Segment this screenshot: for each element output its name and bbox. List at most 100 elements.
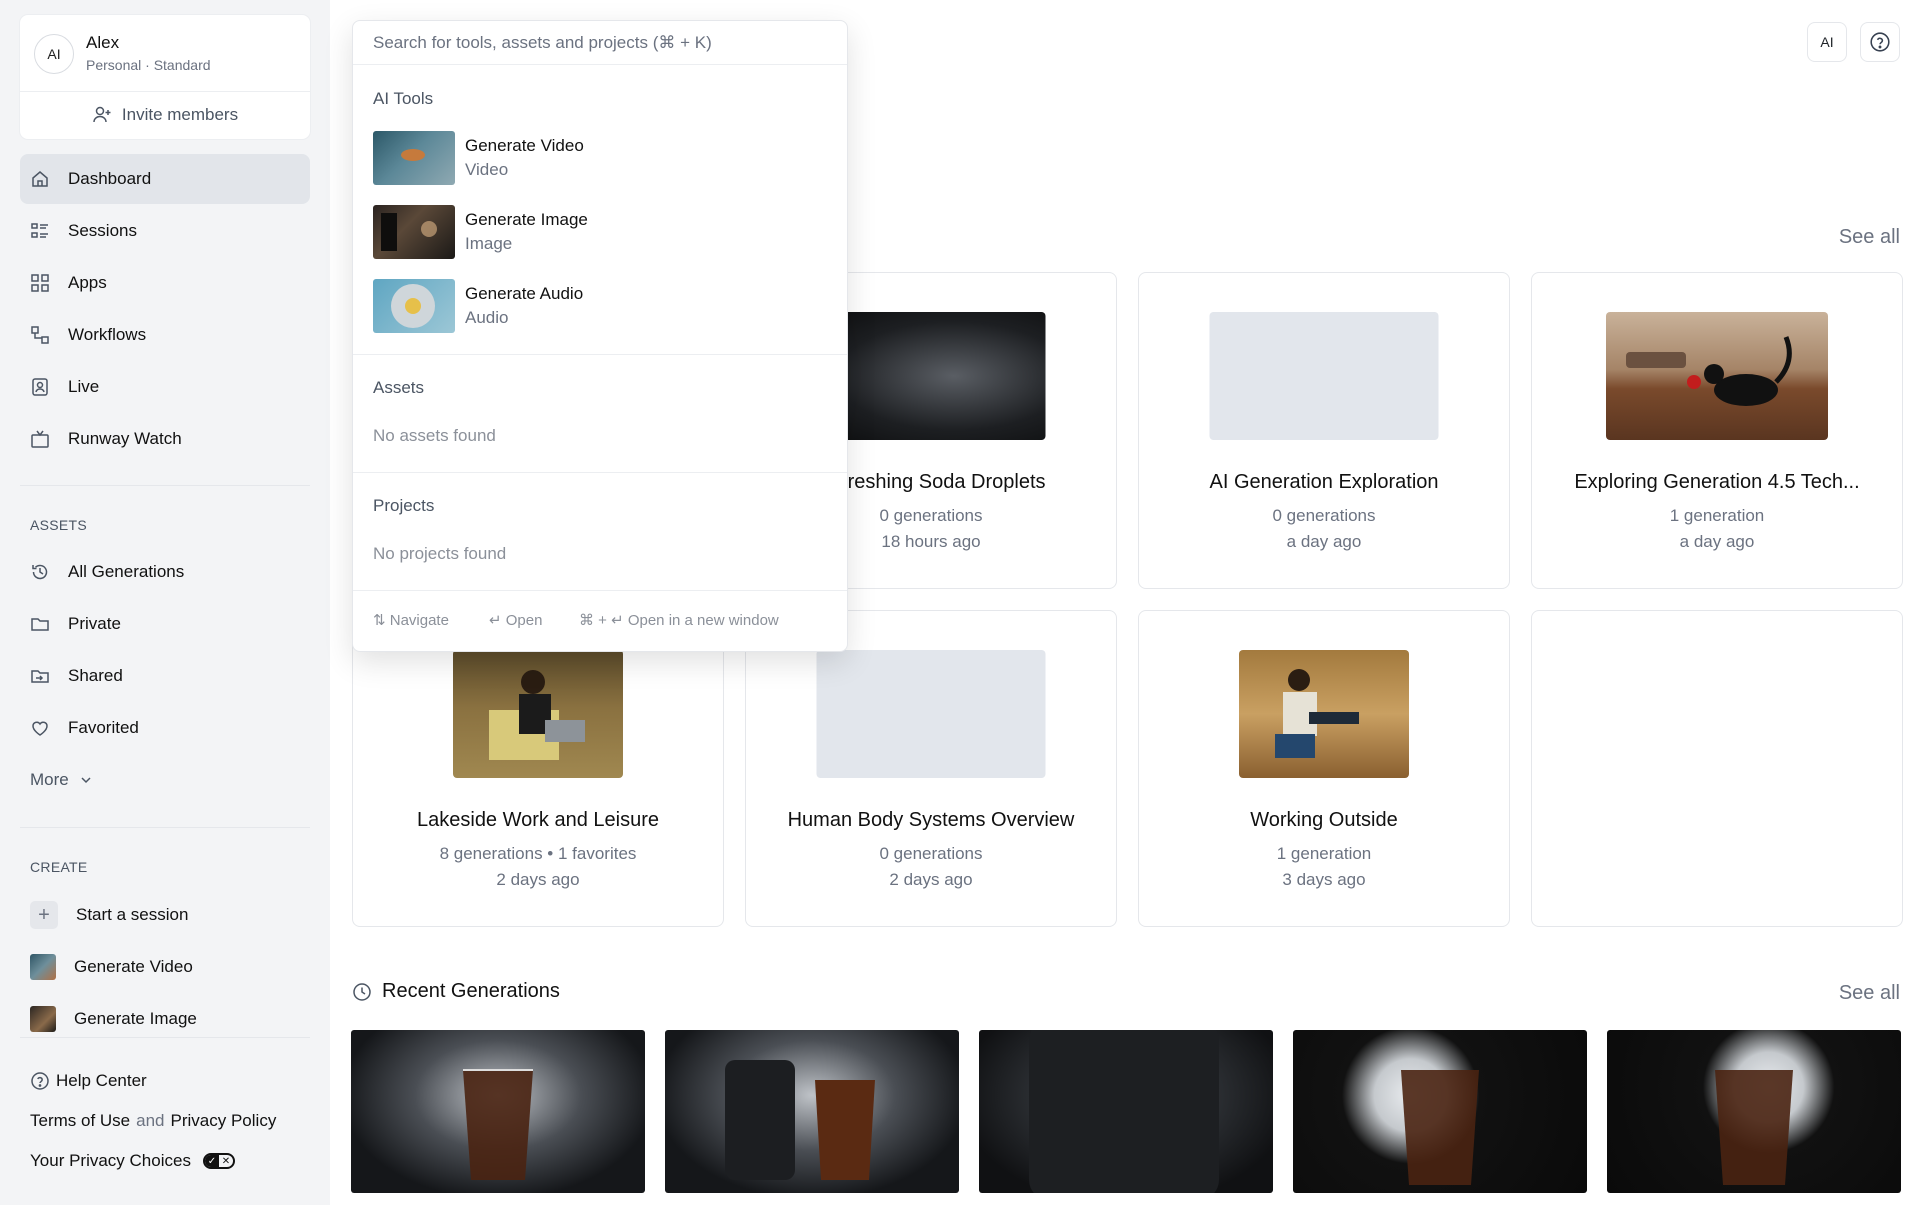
project-thumbnail-placeholder: [816, 650, 1046, 778]
generation-thumbnail[interactable]: [1293, 1030, 1587, 1193]
help-button[interactable]: [1860, 22, 1900, 62]
tool-title: Generate Audio: [465, 284, 584, 303]
generation-thumbnail[interactable]: [979, 1030, 1273, 1193]
assets-empty-state: No assets found: [373, 426, 496, 445]
project-card[interactable]: AI Generation Exploration 0 generations …: [1138, 272, 1510, 589]
divider: [353, 354, 847, 355]
project-thumbnail: [816, 312, 1046, 440]
tool-generate-video[interactable]: Generate Video Video: [373, 130, 833, 186]
project-generations: 1 generation: [1669, 506, 1765, 525]
sidebar-item-label: Apps: [68, 273, 107, 292]
history-icon: [32, 564, 48, 580]
generation-thumbnail[interactable]: [665, 1030, 959, 1193]
sidebar-item-dashboard[interactable]: Dashboard: [20, 154, 310, 204]
projects-empty-state: No projects found: [373, 544, 507, 563]
add-user-icon: [93, 106, 111, 123]
more-label: More: [30, 770, 69, 789]
start-session-button[interactable]: + Start a session: [30, 897, 188, 933]
create-item-label: Start a session: [76, 905, 189, 924]
video-thumbnail: [373, 131, 455, 185]
search-bar: [353, 21, 847, 65]
assets-section-label: ASSETS: [30, 517, 88, 533]
tool-type: Audio: [465, 308, 509, 327]
tool-type: Video: [465, 160, 509, 179]
tool-type: Image: [465, 234, 513, 253]
glass-image: [1401, 1070, 1479, 1185]
project-generations: 1 generation: [1276, 844, 1372, 863]
legal-links: Terms of Use and Privacy Policy: [30, 1111, 276, 1131]
sidebar-item-shared[interactable]: Shared: [20, 651, 310, 701]
project-thumbnail-placeholder: [1209, 312, 1439, 440]
invite-members-button[interactable]: Invite members: [20, 91, 310, 139]
sidebar-item-apps[interactable]: Apps: [20, 258, 310, 308]
recent-see-all-link[interactable]: See all: [1839, 982, 1900, 1005]
sidebar-item-private[interactable]: Private: [20, 599, 310, 649]
project-card[interactable]: Lakeside Work and Leisure 8 generations …: [352, 610, 724, 927]
sidebar-item-label: Favorited: [68, 718, 139, 737]
sidebar-item-label: Live: [68, 377, 100, 396]
help-circle-icon: [1870, 32, 1890, 52]
project-title: AI Generation Exploration: [1209, 471, 1439, 493]
sidebar-item-workflows[interactable]: Workflows: [20, 310, 310, 360]
home-icon: [32, 171, 48, 187]
privacy-policy-link[interactable]: Privacy Policy: [171, 1111, 277, 1131]
sidebar-item-favorited[interactable]: Favorited: [20, 703, 310, 753]
sidebar-item-live[interactable]: Live: [20, 362, 310, 412]
project-title: Exploring Generation 4.5 Tech...: [1574, 471, 1860, 493]
navigate-hint: ⇅ Navigate: [373, 612, 449, 629]
open-hint: ↵ Open: [489, 612, 543, 629]
generate-image-shortcut[interactable]: Generate Image: [30, 1001, 197, 1037]
sessions-icon: [31, 223, 48, 238]
privacy-choices-link[interactable]: Your Privacy Choices ✓ ✕: [30, 1151, 235, 1171]
project-card[interactable]: Exploring Generation 4.5 Tech... 1 gener…: [1531, 272, 1903, 589]
sidebar-item-sessions[interactable]: Sessions: [20, 206, 310, 256]
help-center-link[interactable]: Help Center: [30, 1071, 147, 1091]
privacy-choices-label: Your Privacy Choices: [30, 1151, 191, 1170]
account-card[interactable]: AI Alex Personal · Standard Invite membe…: [20, 15, 310, 139]
project-thumbnail: [453, 650, 623, 778]
create-section-label: CREATE: [30, 859, 88, 875]
more-button[interactable]: More: [30, 770, 93, 790]
generation-thumbnail[interactable]: [1607, 1030, 1901, 1193]
recent-generations-heading: Recent Generations: [352, 980, 560, 1003]
sidebar-item-label: Runway Watch: [68, 429, 182, 448]
tool-generate-audio[interactable]: Generate Audio Audio: [373, 278, 833, 334]
workflows-icon: [31, 326, 49, 344]
tool-generate-image[interactable]: Generate Image Image: [373, 204, 833, 260]
help-center-label: Help Center: [56, 1071, 147, 1090]
divider: [20, 827, 310, 828]
ai-tools-label: AI Tools: [373, 89, 434, 108]
create-item-label: Generate Image: [74, 1009, 197, 1028]
project-thumbnail: [1606, 312, 1828, 440]
ai-button[interactable]: AI: [1807, 22, 1847, 62]
divider: [353, 590, 847, 591]
project-updated: a day ago: [1679, 532, 1755, 551]
project-title: Lakeside Work and Leisure: [417, 809, 659, 831]
project-card[interactable]: Working Outside 1 generation 3 days ago: [1138, 610, 1510, 927]
sidebar-item-label: Workflows: [68, 325, 147, 344]
avatar[interactable]: AI: [34, 34, 74, 74]
sidebar-item-all-generations[interactable]: All Generations: [20, 547, 310, 597]
search-input[interactable]: [373, 32, 847, 53]
sidebar-item-label: Private: [68, 614, 121, 633]
terms-link[interactable]: Terms of Use: [30, 1111, 130, 1131]
projects-label: Projects: [373, 496, 435, 515]
generation-thumbnail[interactable]: [351, 1030, 645, 1193]
car-image: [401, 149, 425, 161]
sidebar-item-label: Sessions: [68, 221, 137, 240]
can-and-glass-image: [725, 1060, 875, 1180]
chevron-down-icon: [81, 777, 91, 784]
plus-icon: +: [30, 901, 58, 929]
project-updated: 3 days ago: [1282, 870, 1366, 889]
sidebar-item-label: Shared: [68, 666, 123, 685]
sidebar-item-runway-watch[interactable]: Runway Watch: [20, 414, 310, 464]
person-image: [1275, 669, 1359, 758]
projects-see-all-link[interactable]: See all: [1839, 226, 1900, 249]
account-plan: Personal · Standard: [86, 57, 211, 73]
privacy-toggle-icon: ✓ ✕: [202, 1153, 235, 1169]
shared-folder-icon: [31, 670, 49, 683]
generate-video-shortcut[interactable]: Generate Video: [30, 949, 193, 985]
project-card[interactable]: Human Body Systems Overview 0 generation…: [745, 610, 1117, 927]
project-updated: a day ago: [1286, 532, 1362, 551]
cat-image: [1626, 336, 1792, 406]
